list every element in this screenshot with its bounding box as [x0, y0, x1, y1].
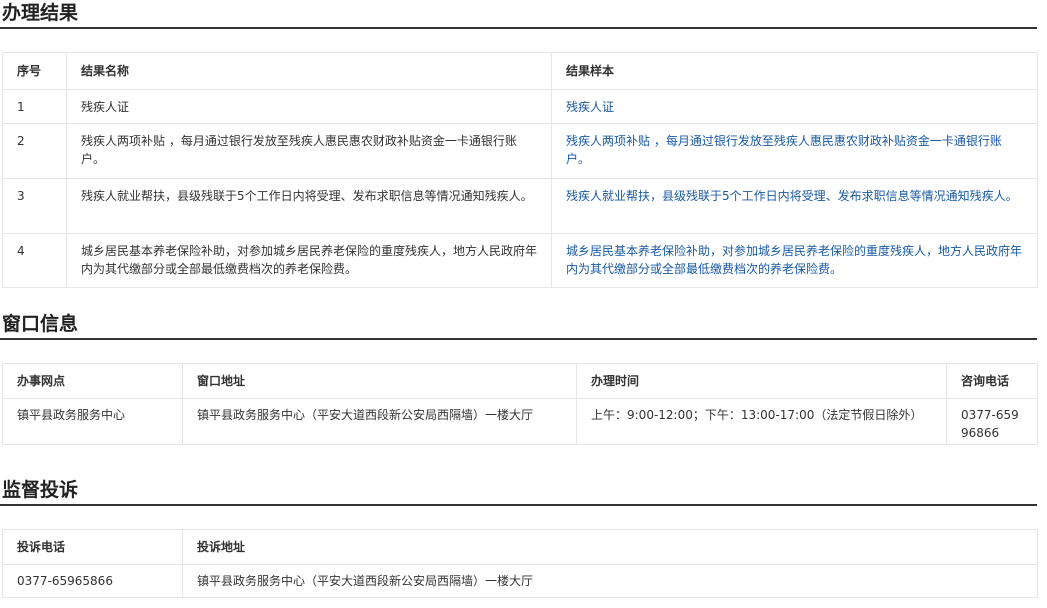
complaint-table-header: 投诉电话 投诉地址 [2, 529, 1038, 565]
window-address: 镇平县政务服务中心（平安大道西段新公安局西隔墙）一楼大厅 [182, 398, 577, 445]
office-hours: 上午：9:00-12:00；下午：13:00-17:00（法定节假日除外） [576, 398, 947, 445]
table-row: 1 残疾人证 残疾人证 [2, 89, 1038, 124]
header-consult-phone: 咨询电话 [946, 363, 1038, 399]
complaint-phone: 0377-65965866 [2, 564, 183, 598]
row-result-name: 残疾人两项补贴 ，每月通过银行发放至残疾人惠民惠农财政补贴资金一卡通银行账户。 [66, 123, 552, 179]
complaint-table: 投诉电话 投诉地址 0377-65965866 镇平县政务服务中心（平安大道西段… [2, 529, 1038, 598]
header-office: 办事网点 [2, 363, 183, 399]
window-table-header: 办事网点 窗口地址 办理时间 咨询电话 [2, 363, 1038, 399]
table-row: 4 城乡居民基本养老保险补助，对参加城乡居民养老保险的重度残疾人，地方人民政府年… [2, 233, 1038, 288]
row-no: 4 [2, 233, 67, 288]
result-table-header: 序号 结果名称 结果样本 [2, 52, 1038, 90]
window-section: 窗口信息 办事网点 窗口地址 办理时间 咨询电话 镇平县政务服务中心 镇平县政务… [0, 311, 1038, 445]
row-result-sample-link[interactable]: 残疾人就业帮扶，县级残联于5个工作日内将受理、发布求职信息等情况通知残疾人。 [551, 178, 1038, 234]
table-row: 0377-65965866 镇平县政务服务中心（平安大道西段新公安局西隔墙）一楼… [2, 564, 1038, 598]
consult-phone: 0377-65996866 [946, 398, 1038, 445]
table-row: 镇平县政务服务中心 镇平县政务服务中心（平安大道西段新公安局西隔墙）一楼大厅 上… [2, 398, 1038, 445]
complaint-address: 镇平县政务服务中心（平安大道西段新公安局西隔墙）一楼大厅 [182, 564, 1038, 598]
header-complaint-address: 投诉地址 [182, 529, 1038, 565]
complaint-section: 监督投诉 投诉电话 投诉地址 0377-65965866 镇平县政务服务中心（平… [0, 477, 1038, 598]
complaint-section-title: 监督投诉 [0, 477, 1037, 506]
header-no: 序号 [2, 52, 67, 90]
table-row: 2 残疾人两项补贴 ，每月通过银行发放至残疾人惠民惠农财政补贴资金一卡通银行账户… [2, 123, 1038, 179]
row-no: 1 [2, 89, 67, 124]
header-result-name: 结果名称 [66, 52, 552, 90]
window-section-title: 窗口信息 [0, 311, 1037, 340]
row-result-sample-link[interactable]: 城乡居民基本养老保险补助，对参加城乡居民养老保险的重度残疾人，地方人民政府年内为… [551, 233, 1038, 288]
header-result-sample: 结果样本 [551, 52, 1038, 90]
window-table: 办事网点 窗口地址 办理时间 咨询电话 镇平县政务服务中心 镇平县政务服务中心（… [2, 363, 1038, 445]
row-result-sample-link[interactable]: 残疾人证 [551, 89, 1038, 124]
row-result-name: 残疾人就业帮扶，县级残联于5个工作日内将受理、发布求职信息等情况通知残疾人。 [66, 178, 552, 234]
row-no: 3 [2, 178, 67, 234]
header-window-address: 窗口地址 [182, 363, 577, 399]
row-result-name: 残疾人证 [66, 89, 552, 124]
result-table: 序号 结果名称 结果样本 1 残疾人证 残疾人证 2 残疾人两项补贴 ，每月通过… [2, 52, 1038, 288]
result-section: 办理结果 序号 结果名称 结果样本 1 残疾人证 残疾人证 2 残疾人两项补贴 … [0, 0, 1038, 288]
row-result-name: 城乡居民基本养老保险补助，对参加城乡居民养老保险的重度残疾人，地方人民政府年内为… [66, 233, 552, 288]
row-result-sample-link[interactable]: 残疾人两项补贴 ，每月通过银行发放至残疾人惠民惠农财政补贴资金一卡通银行账户。 [551, 123, 1038, 179]
result-section-title: 办理结果 [0, 0, 1037, 29]
row-no: 2 [2, 123, 67, 179]
header-complaint-phone: 投诉电话 [2, 529, 183, 565]
table-row: 3 残疾人就业帮扶，县级残联于5个工作日内将受理、发布求职信息等情况通知残疾人。… [2, 178, 1038, 234]
office-name: 镇平县政务服务中心 [2, 398, 183, 445]
header-hours: 办理时间 [576, 363, 947, 399]
